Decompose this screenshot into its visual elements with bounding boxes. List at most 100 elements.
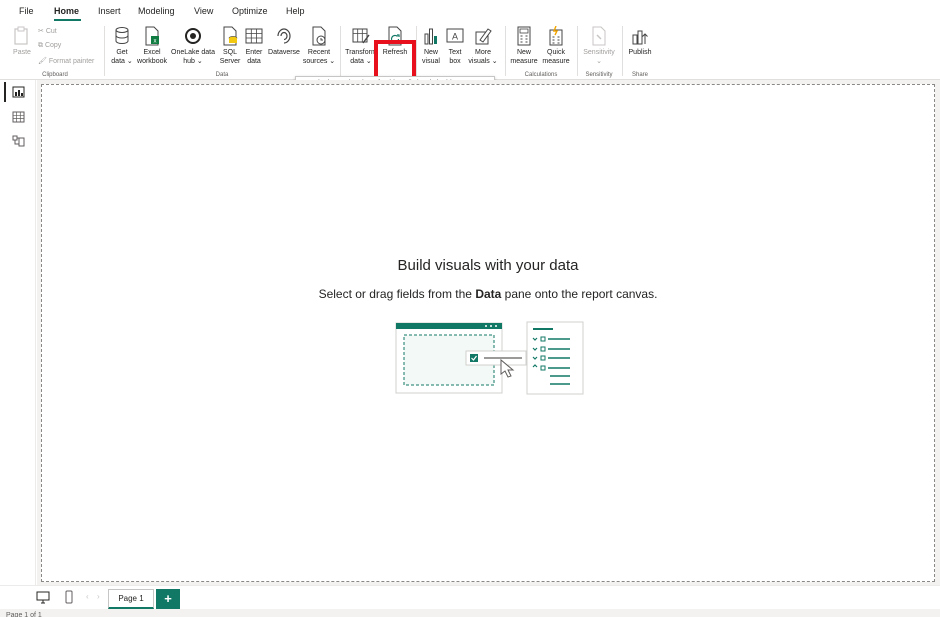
cut-label: Cut	[45, 28, 57, 35]
menu-tab-help[interactable]: Help	[286, 6, 305, 16]
format-painter-icon: 🖌	[38, 58, 49, 65]
excel-workbook-button[interactable]: x Excel workbook	[136, 26, 168, 66]
model-view-icon[interactable]	[12, 135, 25, 147]
quick-measure-label-1: Quick	[547, 49, 565, 56]
copy-icon: ⧉	[38, 42, 45, 49]
text-box-label-2: box	[449, 58, 461, 65]
database-icon	[115, 27, 129, 45]
add-page-button[interactable]: +	[156, 589, 180, 609]
recent-label-2: sources ⌄	[302, 58, 336, 65]
dataverse-icon	[277, 28, 291, 44]
report-canvas[interactable]: Build visuals with your data Select or d…	[41, 84, 935, 582]
svg-text:A: A	[452, 32, 458, 42]
empty-canvas-illustration	[395, 321, 584, 395]
onelake-label-2: hub ⌄	[183, 58, 203, 65]
get-data-button[interactable]: Get data ⌄	[108, 26, 136, 66]
more-visuals-button[interactable]: More visuals ⌄	[466, 26, 500, 66]
mobile-layout-icon[interactable]	[64, 590, 74, 604]
menu-tab-home[interactable]: Home	[54, 6, 79, 16]
enter-data-label-2: data	[247, 58, 261, 65]
ribbon-divider	[340, 26, 341, 76]
publish-icon	[632, 30, 648, 45]
table-view-icon[interactable]	[12, 111, 25, 123]
copy-button[interactable]: ⧉ Copy	[38, 42, 61, 50]
menu-tab-optimize[interactable]: Optimize	[232, 6, 268, 16]
canvas-title: Build visuals with your data	[397, 257, 579, 274]
menu-tab-view[interactable]: View	[194, 6, 213, 16]
view-switcher-rail	[0, 80, 36, 585]
new-visual-label-2: visual	[422, 58, 440, 65]
calculations-group-label: Calculations	[524, 72, 558, 78]
clipboard-group-label: Clipboard	[42, 72, 68, 78]
cut-icon: ✂	[38, 28, 46, 35]
recent-label-1: Recent	[307, 49, 331, 56]
publish-button[interactable]: Publish	[625, 26, 655, 57]
svg-text:x: x	[154, 39, 157, 45]
sensitivity-icon	[592, 26, 606, 46]
next-page-icon[interactable]: ›	[97, 592, 100, 601]
paste-icon	[14, 26, 28, 45]
new-visual-button[interactable]: New visual	[418, 26, 444, 66]
onelake-data-hub-button[interactable]: OneLake data hub ⌄	[170, 26, 216, 66]
active-view-indicator	[4, 82, 6, 102]
menu-tab-file[interactable]: File	[19, 6, 34, 16]
paste-button[interactable]: Paste	[8, 26, 36, 57]
sensitivity-label-2: ⌄	[596, 58, 602, 65]
quick-measure-label-2: measure	[542, 58, 570, 65]
cut-button[interactable]: ✂ Cut	[38, 27, 57, 35]
page-tab[interactable]: Page 1	[108, 589, 154, 609]
get-data-label-2: data ⌄	[111, 58, 133, 65]
new-measure-label-1: New	[516, 49, 531, 56]
excel-icon: x	[145, 26, 159, 46]
text-box-icon: A	[446, 28, 464, 43]
transform-label-1: Transform	[345, 49, 377, 56]
recent-sources-button[interactable]: Recent sources ⌄	[302, 26, 336, 66]
transform-data-button[interactable]: Transform data ⌄	[344, 26, 378, 66]
ribbon-divider	[505, 26, 506, 76]
ribbon-divider	[577, 26, 578, 76]
menu-bar: File Home Insert Modeling View Optimize …	[0, 0, 940, 22]
more-visuals-label-2: visuals ⌄	[468, 58, 498, 65]
recent-sources-icon	[312, 26, 326, 46]
canvas-subtitle-end: pane onto the report canvas.	[501, 287, 658, 301]
transform-data-icon	[352, 28, 370, 44]
active-tab-underline	[54, 19, 81, 21]
get-data-label-1: Get	[116, 49, 128, 56]
excel-label-2: workbook	[137, 58, 167, 65]
share-group-label: Share	[631, 72, 648, 78]
previous-page-icon[interactable]: ‹	[86, 592, 89, 601]
enter-data-label-1: Enter	[245, 49, 263, 56]
dataverse-button[interactable]: Dataverse	[266, 26, 302, 57]
canvas-subtitle-bold: Data	[475, 287, 502, 301]
text-box-label-1: Text	[448, 49, 462, 56]
more-visuals-icon	[475, 28, 492, 45]
publish-label: Publish	[628, 49, 652, 56]
new-measure-button[interactable]: New measure	[508, 26, 540, 66]
menu-tab-insert[interactable]: Insert	[98, 6, 121, 16]
quick-measure-button[interactable]: Quick measure	[540, 26, 572, 66]
sensitivity-button[interactable]: Sensitivity ⌄	[580, 26, 618, 66]
canvas-subtitle: Select or drag fields from the Data pane…	[42, 287, 934, 301]
copy-label: Copy	[44, 42, 62, 49]
report-view-icon[interactable]	[12, 86, 25, 98]
sensitivity-label-1: Sensitivity	[583, 49, 615, 56]
new-measure-label-2: measure	[510, 58, 538, 65]
ribbon-divider	[104, 26, 105, 76]
sensitivity-group-label: Sensitivity	[585, 72, 613, 78]
text-box-button[interactable]: A Text box	[444, 26, 466, 66]
sql-server-button[interactable]: SQL Server	[218, 26, 242, 66]
format-painter-button[interactable]: 🖌 Format painter	[38, 57, 94, 65]
ribbon: Paste ✂ Cut ⧉ Copy 🖌 Format painter Clip…	[0, 22, 940, 91]
excel-label-1: Excel	[143, 49, 161, 56]
page-navigator: ‹ › Page 1 +	[0, 585, 940, 609]
paste-label: Paste	[13, 49, 31, 56]
new-visual-label-1: New	[423, 49, 438, 56]
ribbon-divider	[622, 26, 623, 76]
menu-tab-modeling[interactable]: Modeling	[138, 6, 175, 16]
new-visual-icon	[424, 28, 437, 45]
status-bar: Page 1 of 1	[0, 609, 940, 617]
canvas-subtitle-start: Select or drag fields from the	[318, 287, 476, 301]
onelake-icon	[185, 28, 201, 44]
desktop-layout-icon[interactable]	[36, 591, 50, 604]
enter-data-button[interactable]: Enter data	[242, 26, 266, 66]
